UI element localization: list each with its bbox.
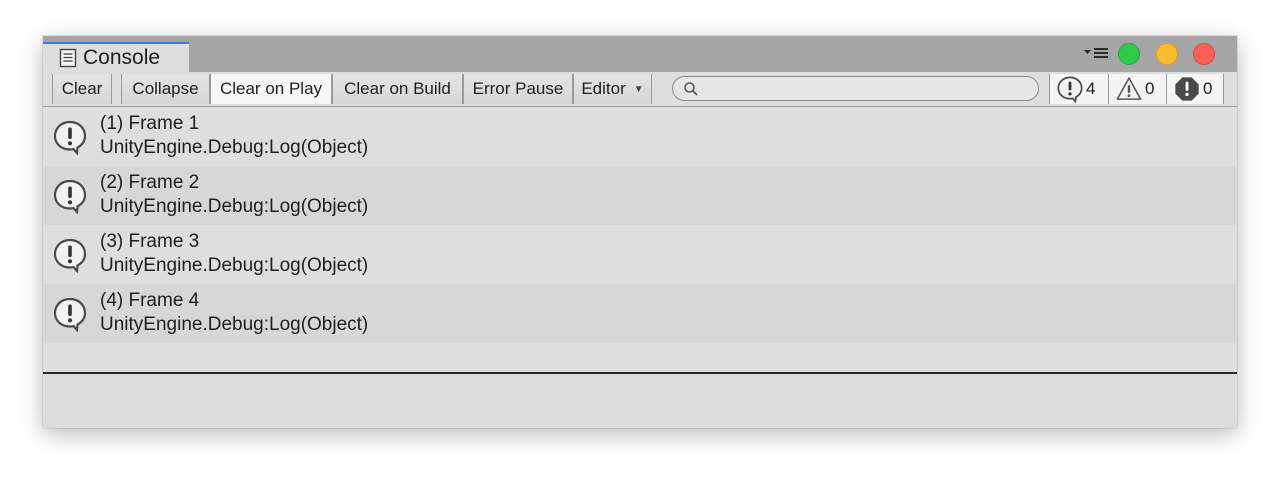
search-input[interactable] — [705, 79, 1029, 100]
clear-button[interactable]: Clear — [52, 74, 112, 104]
collapse-toggle[interactable]: Collapse — [121, 74, 210, 104]
log-stacktrace: UnityEngine.Debug:Log(Object) — [100, 314, 369, 335]
log-stacktrace: UnityEngine.Debug:Log(Object) — [100, 196, 369, 217]
log-message: (4) Frame 4 — [100, 290, 200, 311]
error-count-toggle[interactable]: 0 — [1166, 74, 1224, 104]
warning-count-toggle[interactable]: 0 — [1108, 74, 1166, 104]
clear-on-play-toggle[interactable]: Clear on Play — [210, 74, 332, 104]
info-speech-icon — [53, 238, 87, 273]
error-count: 0 — [1203, 79, 1213, 98]
log-message: (1) Frame 1 — [100, 113, 200, 134]
log-stacktrace: UnityEngine.Debug:Log(Object) — [100, 137, 369, 158]
info-speech-icon — [53, 297, 87, 332]
tab-label: Console — [83, 46, 161, 69]
console-window: Console Clear Collapse Clear on Play Cle… — [43, 36, 1237, 428]
search-icon — [684, 82, 698, 96]
info-count-toggle[interactable]: 4 — [1049, 74, 1108, 104]
log-list: (1) Frame 1 UnityEngine.Debug:Log(Object… — [43, 107, 1237, 371]
warning-triangle-icon — [1116, 77, 1142, 100]
log-message: (2) Frame 2 — [100, 172, 200, 193]
maximize-button[interactable] — [1118, 43, 1140, 65]
error-pause-toggle[interactable]: Error Pause — [463, 74, 573, 104]
log-message: (3) Frame 3 — [100, 231, 200, 252]
tab-console[interactable]: Console — [43, 42, 189, 72]
editor-dropdown-label: Editor — [581, 79, 626, 98]
log-entry[interactable]: (4) Frame 4 UnityEngine.Debug:Log(Object… — [43, 284, 1237, 343]
clear-on-build-toggle[interactable]: Clear on Build — [332, 74, 463, 104]
editor-dropdown[interactable]: Editor ▼ — [573, 74, 652, 104]
info-count: 4 — [1086, 79, 1096, 98]
options-menu-icon[interactable] — [1084, 46, 1110, 60]
warning-count: 0 — [1145, 79, 1155, 98]
chevron-down-icon: ▼ — [633, 83, 644, 95]
search-field[interactable] — [672, 76, 1039, 101]
info-speech-icon — [53, 120, 87, 155]
console-document-icon — [59, 48, 77, 68]
log-entry[interactable]: (3) Frame 3 UnityEngine.Debug:Log(Object… — [43, 225, 1237, 284]
console-toolbar: Clear Collapse Clear on Play Clear on Bu… — [43, 72, 1237, 107]
info-speech-icon — [1057, 76, 1083, 103]
log-stacktrace: UnityEngine.Debug:Log(Object) — [100, 255, 369, 276]
error-octagon-icon — [1175, 77, 1199, 101]
stacktrace-detail-panel — [43, 374, 1237, 428]
log-entry[interactable]: (1) Frame 1 UnityEngine.Debug:Log(Object… — [43, 107, 1237, 166]
close-button[interactable] — [1193, 43, 1215, 65]
info-speech-icon — [53, 179, 87, 214]
title-bar: Console — [43, 36, 1237, 72]
log-entry[interactable]: (2) Frame 2 UnityEngine.Debug:Log(Object… — [43, 166, 1237, 225]
minimize-button[interactable] — [1156, 43, 1178, 65]
